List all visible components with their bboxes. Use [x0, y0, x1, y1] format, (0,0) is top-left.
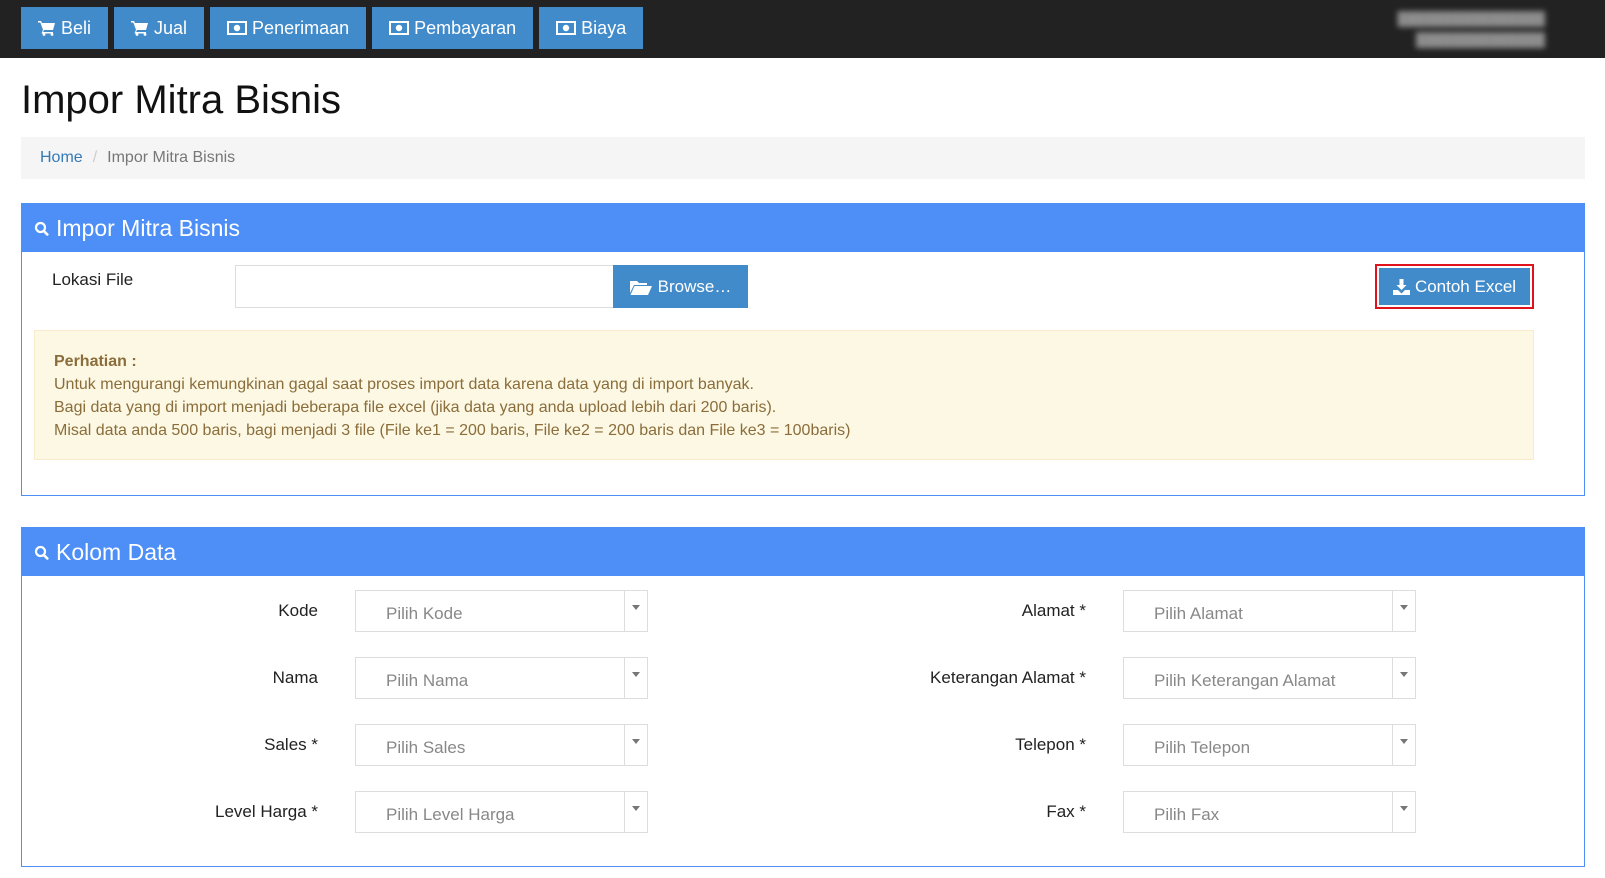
- breadcrumb-separator: /: [92, 149, 98, 166]
- nav-button-biaya[interactable]: Biaya: [539, 7, 644, 49]
- select-placeholder: Pilih Telepon: [1154, 738, 1251, 757]
- caret-down-icon: [1400, 671, 1408, 677]
- nav-label: Jual: [154, 17, 188, 38]
- select-alamat[interactable]: Pilih Alamat: [1123, 590, 1416, 632]
- import-panel-heading: Impor Mitra Bisnis: [22, 204, 1584, 252]
- select-placeholder: Pilih Nama: [386, 671, 469, 690]
- browse-button[interactable]: Browse…: [613, 265, 748, 308]
- column-panel-heading: Kolom Data: [22, 528, 1584, 576]
- caret-down-icon: [1400, 738, 1408, 744]
- dropdown-arrow: [1392, 591, 1415, 631]
- page-title: Impor Mitra Bisnis: [21, 78, 342, 122]
- select-sales[interactable]: Pilih Sales: [355, 724, 648, 766]
- caret-down-icon: [632, 604, 640, 610]
- select-placeholder: Pilih Keterangan Alamat: [1154, 671, 1336, 690]
- excel-sample-label: Contoh Excel: [1414, 276, 1517, 296]
- field-label-sales: Sales *: [264, 735, 318, 754]
- column-panel-title: Kolom Data: [56, 538, 177, 565]
- select-telepon[interactable]: Pilih Telepon: [1123, 724, 1416, 766]
- file-location-label: Lokasi File: [52, 270, 134, 289]
- dropdown-arrow: [624, 725, 647, 765]
- dropdown-arrow: [1392, 658, 1415, 698]
- field-label-telepon: Telepon *: [1015, 735, 1086, 754]
- select-level-harga[interactable]: Pilih Level Harga: [355, 791, 648, 833]
- money-icon: [389, 21, 410, 35]
- alert-title: Perhatian :: [54, 353, 137, 370]
- field-label-kode: Kode: [278, 601, 318, 620]
- search-icon: [34, 545, 49, 560]
- dropdown-arrow: [1392, 792, 1415, 832]
- alert-line: Bagi data yang di import menjadi beberap…: [54, 399, 777, 416]
- column-mapping-panel: Kolom Data Kode Pilih Kode Nama Pilih Na…: [21, 527, 1585, 867]
- warning-alert: Perhatian : Untuk mengurangi kemungkinan…: [34, 330, 1534, 460]
- caret-down-icon: [1400, 805, 1408, 811]
- top-navbar: Beli Jual Penerimaan Pembayaran Biaya ██…: [0, 0, 1605, 58]
- nav-label: Pembayaran: [414, 17, 517, 38]
- caret-down-icon: [632, 738, 640, 744]
- dropdown-arrow: [624, 658, 647, 698]
- field-label-fax: Fax *: [1046, 802, 1086, 821]
- dropdown-arrow: [624, 591, 647, 631]
- nav-button-jual[interactable]: Jual: [114, 7, 205, 49]
- breadcrumb: Home / Impor Mitra Bisnis: [21, 137, 1585, 179]
- nav-label: Penerimaan: [252, 17, 350, 38]
- field-label-alamat: Alamat *: [1021, 601, 1086, 620]
- nav-label: Biaya: [581, 17, 627, 38]
- nav-button-penerimaan[interactable]: Penerimaan: [210, 7, 367, 49]
- select-fax[interactable]: Pilih Fax: [1123, 791, 1416, 833]
- breadcrumb-current: Impor Mitra Bisnis: [107, 149, 236, 166]
- select-placeholder: Pilih Level Harga: [386, 805, 515, 824]
- dropdown-arrow: [624, 792, 647, 832]
- import-panel: Impor Mitra Bisnis Lokasi File Browse… C…: [21, 203, 1585, 496]
- nav-button-beli[interactable]: Beli: [21, 7, 109, 49]
- browse-button-label: Browse…: [657, 276, 732, 296]
- alert-line: Untuk mengurangi kemungkinan gagal saat …: [54, 376, 754, 393]
- money-icon: [227, 21, 248, 35]
- dropdown-arrow: [1392, 725, 1415, 765]
- file-location-input[interactable]: [235, 265, 615, 308]
- folder-open-icon: [629, 280, 652, 295]
- top-nav-buttons: Beli Jual Penerimaan Pembayaran Biaya: [21, 7, 649, 49]
- caret-down-icon: [1400, 604, 1408, 610]
- select-placeholder: Pilih Sales: [386, 738, 466, 757]
- select-placeholder: Pilih Kode: [386, 604, 463, 623]
- select-nama[interactable]: Pilih Nama: [355, 657, 648, 699]
- user-info-line: ██████████████: [1416, 32, 1545, 47]
- nav-label: Beli: [61, 17, 92, 38]
- field-label-nama: Nama: [272, 668, 318, 687]
- caret-down-icon: [632, 671, 640, 677]
- field-label-keterangan-alamat: Keterangan Alamat *: [930, 668, 1086, 687]
- field-label-level-harga: Level Harga *: [214, 802, 318, 821]
- excel-sample-highlight: Contoh Excel: [1375, 264, 1534, 309]
- select-placeholder: Pilih Alamat: [1154, 604, 1243, 623]
- user-info-blurred[interactable]: ████████████████ ██████████████: [1398, 8, 1545, 50]
- download-icon: [1392, 278, 1410, 295]
- nav-button-pembayaran[interactable]: Pembayaran: [372, 7, 534, 49]
- user-info-line: ████████████████: [1397, 11, 1545, 26]
- cart-icon: [38, 21, 55, 36]
- search-icon: [34, 221, 49, 236]
- select-placeholder: Pilih Fax: [1154, 805, 1220, 824]
- breadcrumb-home-link[interactable]: Home: [40, 149, 83, 167]
- select-keterangan-alamat[interactable]: Pilih Keterangan Alamat: [1123, 657, 1416, 699]
- excel-sample-button[interactable]: Contoh Excel: [1379, 268, 1530, 305]
- cart-icon: [131, 21, 149, 36]
- select-kode[interactable]: Pilih Kode: [355, 590, 648, 632]
- caret-down-icon: [632, 805, 640, 811]
- money-icon: [556, 21, 577, 35]
- import-panel-title: Impor Mitra Bisnis: [56, 214, 241, 241]
- alert-line: Misal data anda 500 baris, bagi menjadi …: [54, 422, 851, 439]
